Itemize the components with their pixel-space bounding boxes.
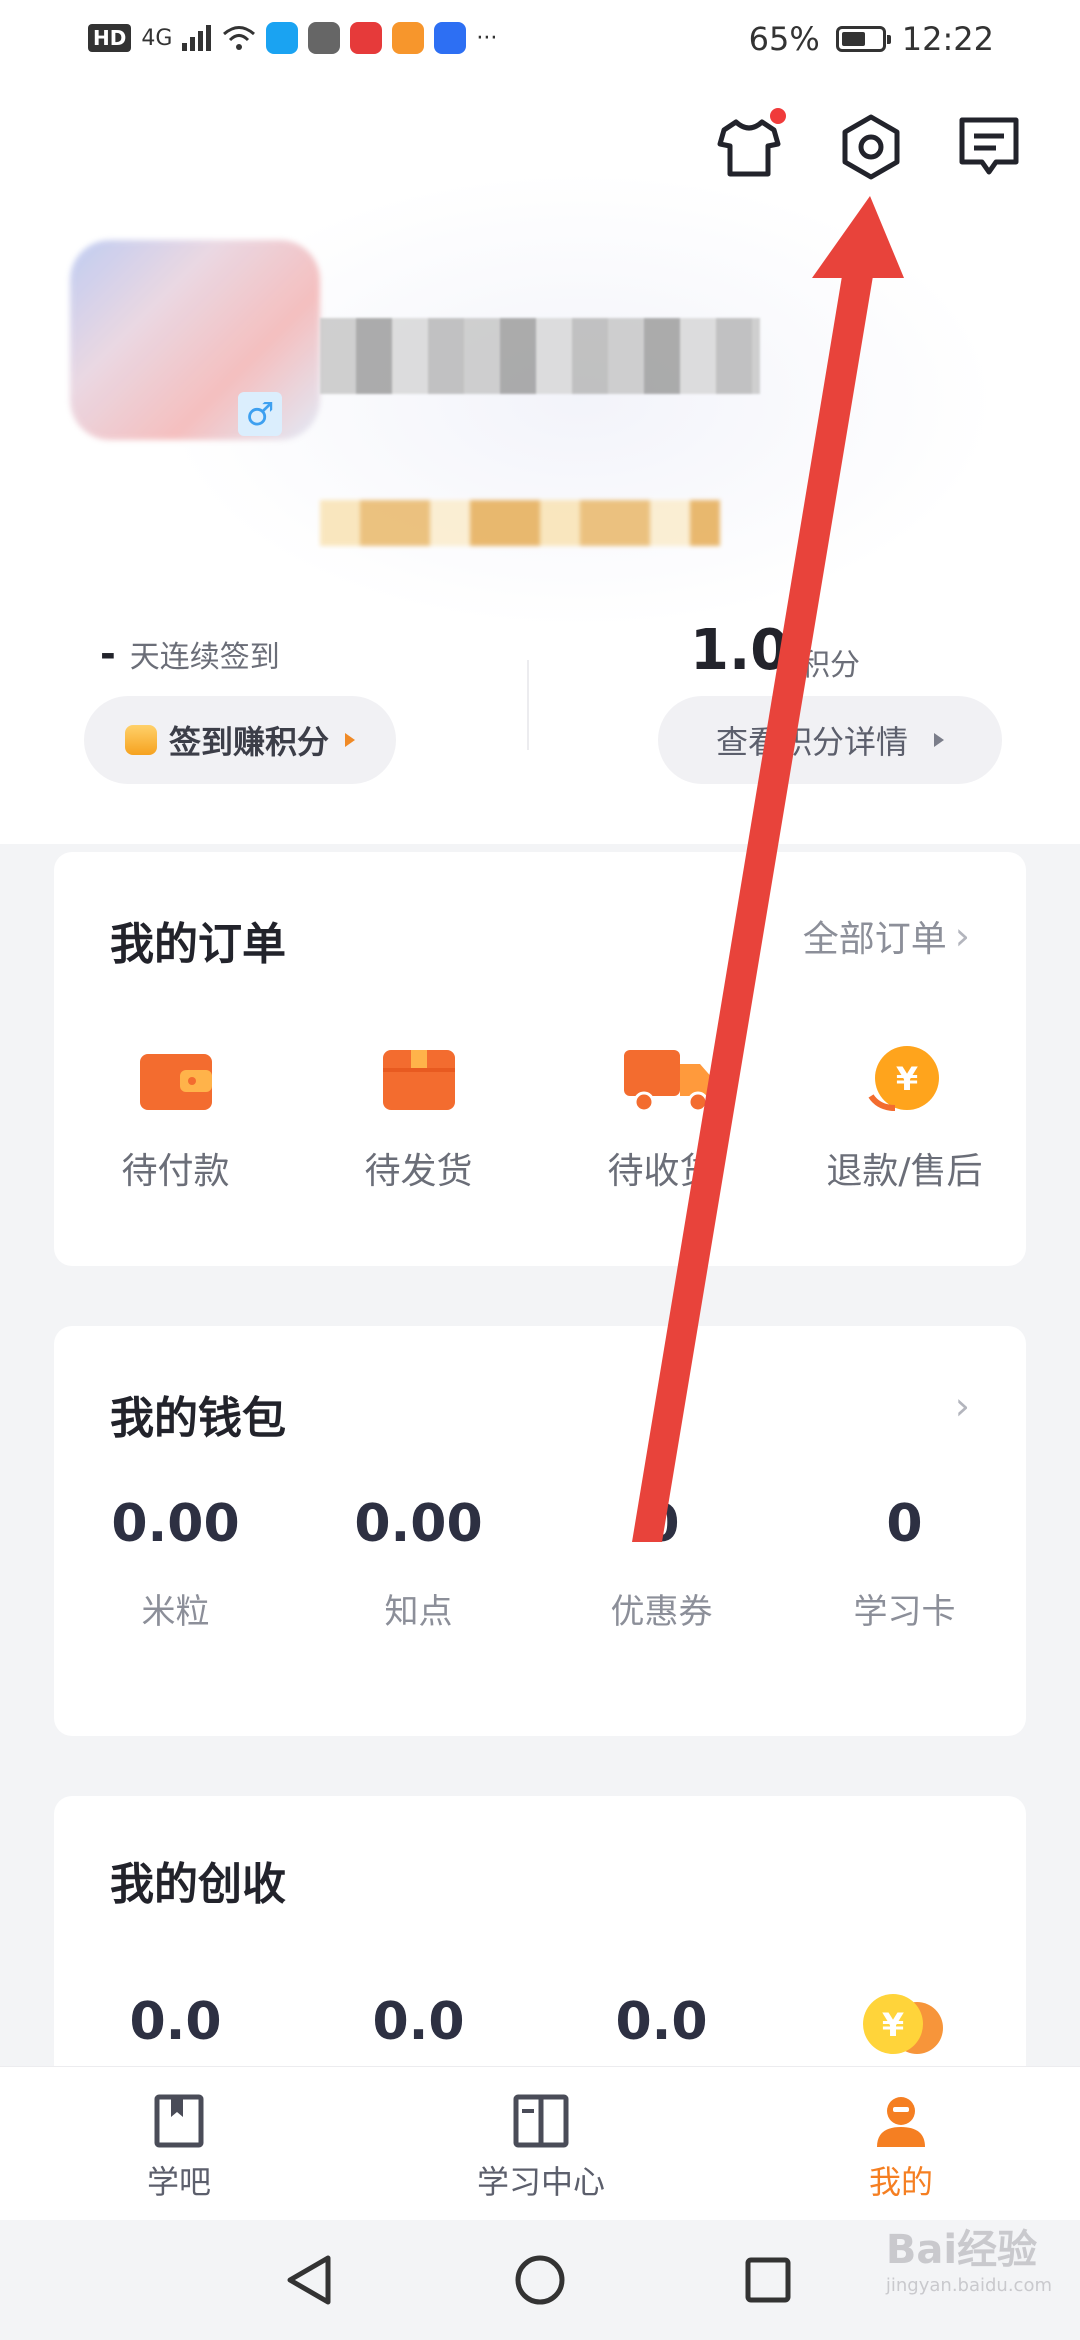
income-title: 我的创收 <box>110 1859 286 1910</box>
wallet-stats-row: 0.00 米粒 0.00 知点 0 优惠券 0 学习卡 <box>54 1494 1026 1633</box>
huawei-app-icon <box>350 22 383 54</box>
all-orders-label: 全部订单 <box>802 919 947 960</box>
divider <box>527 660 529 750</box>
chevron-right-icon: › <box>954 914 970 958</box>
stat-label: 米粒 <box>141 1592 210 1632</box>
checkin-button[interactable]: 签到赚积分 <box>84 696 396 784</box>
battery-icon <box>835 26 891 52</box>
nav-label: 学吧 <box>146 2163 211 2201</box>
watermark-url: jingyan.baidu.com <box>885 2275 1052 2296</box>
checkin-button-label: 签到赚积分 <box>168 723 329 761</box>
order-status-row: 待付款 待发货 待收货 ¥ 退款/售后 <box>54 1044 1026 1194</box>
hd-badge: HD <box>88 24 132 52</box>
stat-label: 知点 <box>384 1592 453 1632</box>
package-icon <box>379 1044 459 1114</box>
stat-value: 0 <box>643 1494 680 1554</box>
wallet-stat-coupons[interactable]: 0 优惠券 <box>540 1494 783 1633</box>
coins-icon: ¥ <box>862 1994 943 2054</box>
avatar[interactable] <box>70 240 320 440</box>
wifi-icon <box>223 26 256 50</box>
order-pending-shipment[interactable]: 待发货 <box>297 1044 540 1194</box>
settings-icon <box>842 114 900 180</box>
wallet-title: 我的钱包 <box>110 1393 286 1444</box>
streak-label: 天连续签到 <box>129 640 280 675</box>
order-status-label: 退款/售后 <box>826 1151 983 1192</box>
settings-button[interactable] <box>836 112 906 182</box>
watermark-brand: Bai经验 <box>885 2227 1038 2273</box>
all-orders-link[interactable]: 全部订单 › <box>803 910 970 962</box>
messages-button[interactable] <box>954 112 1024 182</box>
profile-icon <box>877 2097 925 2147</box>
nav-item-study-center[interactable]: 学习中心 <box>456 2093 626 2203</box>
back-icon[interactable] <box>284 2254 334 2306</box>
coin-icon <box>124 725 157 755</box>
level-badge-blurred[interactable] <box>320 500 720 546</box>
income-card: 我的创收 0.0 0.0 0.0 ¥ <box>54 1796 1026 2096</box>
stat-value: 0 <box>886 1494 923 1554</box>
network-label: 4G <box>141 25 173 51</box>
order-pending-receipt[interactable]: 待收货 <box>540 1044 783 1194</box>
wallet-stat-study-cards[interactable]: 0 学习卡 <box>783 1494 1026 1633</box>
stat-value: 0.0 <box>615 1992 708 2052</box>
points-detail-button[interactable]: 查看积分详情 <box>658 696 1002 784</box>
bulb-app-icon <box>434 22 467 54</box>
notification-dot <box>770 108 786 124</box>
recents-icon[interactable] <box>744 2256 792 2304</box>
stat-label: 学习卡 <box>853 1592 956 1632</box>
wallet-stat-rice[interactable]: 0.00 米粒 <box>54 1494 297 1633</box>
order-status-label: 待收货 <box>607 1151 716 1192</box>
bottom-nav: 学吧 学习中心 我的 <box>0 2066 1080 2221</box>
points-value: 1.0 <box>690 618 790 683</box>
signal-icon <box>182 25 212 51</box>
order-status-label: 待发货 <box>364 1151 473 1192</box>
svg-text:¥: ¥ <box>895 1060 917 1098</box>
nav-item-mine[interactable]: 我的 <box>846 2093 956 2203</box>
order-pending-payment[interactable]: 待付款 <box>54 1044 297 1194</box>
stat-value: 0.0 <box>372 1992 465 2052</box>
orders-card: 我的订单 全部订单 › 待付款 待发货 待收货 ¥ 退款/售后 <box>54 852 1026 1266</box>
bookmark-book-icon <box>154 2094 204 2148</box>
video-app-icon <box>392 22 425 54</box>
hand-app-icon <box>308 22 341 54</box>
status-right: 65% 12:22 <box>749 20 994 58</box>
wallet-icon <box>136 1044 216 1114</box>
nav-label: 学习中心 <box>476 2163 605 2201</box>
chevron-right-icon: › <box>954 1384 970 1428</box>
battery-percent: 65% <box>748 20 820 58</box>
order-status-label: 待付款 <box>121 1151 230 1192</box>
refund-coin-icon: ¥ <box>865 1044 945 1114</box>
order-refund[interactable]: ¥ 退款/售后 <box>783 1044 1026 1194</box>
more-notifications: ··· <box>476 25 498 51</box>
stat-value: 0.00 <box>354 1494 483 1554</box>
nav-label: 我的 <box>868 2163 933 2201</box>
message-icon <box>959 117 1019 175</box>
wallet-stat-points[interactable]: 0.00 知点 <box>297 1494 540 1633</box>
orders-title: 我的订单 <box>110 919 286 970</box>
home-icon[interactable] <box>514 2254 566 2306</box>
username-blurred[interactable] <box>320 318 760 394</box>
stat-value: 0.0 <box>129 1992 222 2052</box>
battery-fill <box>841 32 866 46</box>
wallet-more-link[interactable]: › <box>955 1384 970 1428</box>
checkin-streak: - 天连续签到 <box>100 632 280 676</box>
truck-icon <box>622 1044 714 1114</box>
play-arrow-icon <box>345 733 355 747</box>
watermark: Bai经验 jingyan.baidu.com <box>886 2217 1052 2296</box>
nav-item-xueba[interactable]: 学吧 <box>124 2093 234 2203</box>
streak-count: - <box>100 632 116 676</box>
points-detail-label: 查看积分详情 <box>715 723 908 761</box>
coin-symbol: ¥ <box>881 2006 903 2044</box>
status-left: HD 4G ··· <box>88 22 497 54</box>
stat-value: 0.00 <box>111 1494 240 1554</box>
clock: 12:22 <box>901 20 994 58</box>
search-app-icon <box>266 22 299 54</box>
theme-button[interactable] <box>714 108 786 182</box>
wallet-card: 我的钱包 › 0.00 米粒 0.00 知点 0 优惠券 0 学习卡 <box>54 1326 1026 1736</box>
stat-label: 优惠券 <box>610 1592 713 1632</box>
points-label: 积分 <box>800 648 860 683</box>
gender-icon: ♂ <box>238 392 282 436</box>
status-bar: HD 4G ··· 65% 12:22 <box>0 0 1080 84</box>
play-arrow-icon <box>934 733 944 747</box>
open-book-icon <box>513 2094 569 2148</box>
